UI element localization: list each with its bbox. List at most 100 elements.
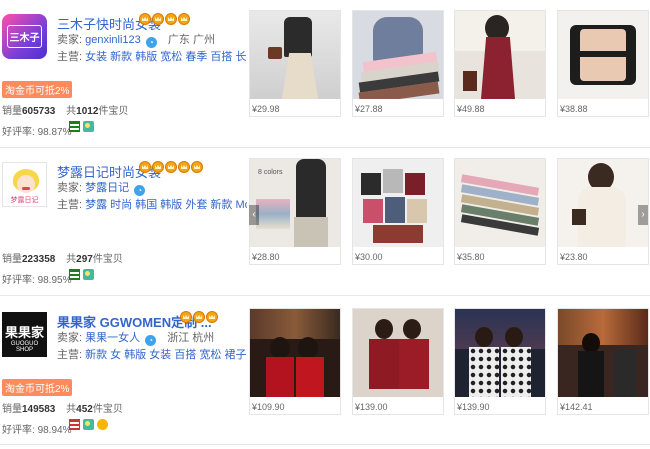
product-thumbnail[interactable]: ¥139.00: [352, 308, 444, 415]
item-count: 1012: [76, 106, 99, 117]
wangwang-icon[interactable]: ◔: [134, 185, 146, 196]
rating-label: 好评率:: [2, 127, 35, 138]
crown-icon: [165, 161, 177, 173]
rating-value: 98.94%: [37, 425, 72, 436]
product-thumbnail[interactable]: ¥27.88: [352, 10, 444, 117]
shop-row: 三木子 三木子快时尚女装 卖家: genxinli123 ◔ 广东 广州 主营:…: [0, 0, 650, 148]
crown-icon: [165, 13, 177, 25]
consumer-protection-icon[interactable]: [83, 419, 94, 430]
wangwang-icon[interactable]: ◔: [145, 37, 157, 48]
product-thumbnail[interactable]: ¥109.90: [249, 308, 341, 415]
main-keywords[interactable]: 女装 新款 韩版 宽松 春季 百搭 长袖 学生: [85, 51, 247, 63]
sales-info: 销量149583 共452件宝贝: [2, 400, 123, 415]
seller-nick-link[interactable]: 果果一女人: [85, 332, 140, 344]
crown-icon: [178, 13, 190, 25]
product-photo: [558, 11, 648, 99]
consumer-protection-icon[interactable]: [83, 269, 94, 280]
crown-icon: [139, 13, 151, 25]
main-keywords[interactable]: 梦露 时尚 韩国 韩版 外套 新款 Monroe 修...: [85, 199, 247, 211]
gold-seller-icon[interactable]: [97, 419, 108, 430]
row-divider: [0, 295, 650, 296]
product-price: ¥139.90: [457, 402, 490, 412]
seller-info: 卖家: 梦露日记 ◔: [57, 179, 146, 196]
main-keywords[interactable]: 新款 女 韩版 女装 百搭 宽松 裙子 外套 冬...: [85, 349, 247, 361]
shop-row: 梦露日记 梦露日记时尚女装 卖家: 梦露日记 ◔ 主营: 梦露 时尚 韩国 韩版…: [0, 148, 650, 296]
carousel-next-button[interactable]: ›: [638, 205, 648, 225]
seller-info: 卖家: genxinli123 ◔ 广东 广州: [57, 31, 215, 48]
product-thumbnail[interactable]: ¥142.41: [557, 308, 649, 415]
rating-value: 98.95%: [37, 275, 72, 286]
sales-count: 223358: [22, 254, 56, 265]
rating-info: 好评率: 98.94%: [2, 421, 71, 436]
product-photo: [558, 159, 648, 247]
guarantee-icon[interactable]: [69, 269, 80, 280]
seller-info: 卖家: 果果一女人 ◔ 浙江 杭州: [57, 329, 214, 346]
crown-icon: [152, 161, 164, 173]
item-count-suffix: 件宝贝: [98, 106, 129, 117]
item-count-suffix: 件宝贝: [92, 404, 123, 415]
product-thumbnail[interactable]: ¥139.90: [454, 308, 546, 415]
product-thumbnail[interactable]: 8 colors ¥28.80: [249, 158, 341, 265]
crown-icon: [139, 161, 151, 173]
sales-count: 605733: [22, 106, 56, 117]
main-business: 主营: 梦露 时尚 韩国 韩版 外套 新款 Monroe 修...: [57, 196, 247, 212]
sales-info: 销量223358 共297件宝贝: [2, 250, 123, 265]
sales-label: 销量: [2, 404, 22, 415]
shop-location: 广东 广州: [167, 34, 215, 46]
guarantee-icon[interactable]: [69, 121, 80, 132]
crown-rating: [180, 311, 218, 323]
rating-info: 好评率: 98.95%: [2, 271, 71, 286]
sales-count: 149583: [22, 404, 56, 415]
product-photo: [250, 309, 340, 397]
product-thumbnail[interactable]: ¥35.80: [454, 158, 546, 265]
shop-logo[interactable]: 梦露日记: [2, 162, 47, 207]
seller-label: 卖家:: [57, 34, 83, 46]
taojinbi-badge: 淘金币可抵2%: [2, 81, 73, 98]
seller-nick-link[interactable]: 梦露日记: [85, 182, 129, 194]
shop-row: 果果家 GUOGUO SHOP 果果家 GGWOMEN定制 ... 卖家: 果果…: [0, 298, 650, 449]
sales-label: 销量: [2, 254, 22, 265]
item-count-prefix: 共: [66, 254, 77, 265]
main-business: 主营: 新款 女 韩版 女装 百搭 宽松 裙子 外套 冬...: [57, 346, 247, 362]
seller-label: 卖家:: [57, 182, 83, 194]
sales-label: 销量: [2, 106, 22, 117]
product-photo: [455, 159, 545, 247]
consumer-protection-icon[interactable]: [83, 121, 94, 132]
rating-label: 好评率:: [2, 425, 35, 436]
product-photo: [353, 309, 443, 397]
shop-badges: [69, 121, 94, 132]
row-divider: [0, 444, 650, 445]
crown-icon: [191, 161, 203, 173]
product-photo: [455, 11, 545, 99]
product-photo: [353, 11, 443, 99]
rating-label: 好评率:: [2, 275, 35, 286]
product-price: ¥38.88: [560, 104, 588, 114]
crown-icon: [206, 311, 218, 323]
product-price: ¥49.88: [457, 104, 485, 114]
product-price: ¥23.80: [560, 252, 588, 262]
product-price: ¥28.80: [252, 252, 280, 262]
seller-label: 卖家:: [57, 332, 83, 344]
wangwang-icon[interactable]: ◔: [145, 335, 157, 346]
shop-logo-subtext: GUOGUO SHOP: [10, 341, 39, 353]
guarantee-icon[interactable]: [69, 419, 80, 430]
crown-icon: [193, 311, 205, 323]
product-price: ¥142.41: [560, 402, 593, 412]
item-count: 452: [76, 404, 93, 415]
product-price: ¥27.88: [355, 104, 383, 114]
crown-rating: [139, 161, 203, 173]
product-thumbnail[interactable]: ¥23.80: [557, 158, 649, 265]
carousel-prev-button[interactable]: ‹: [249, 205, 259, 225]
product-thumbnail[interactable]: ¥29.98: [249, 10, 341, 117]
product-thumbnail[interactable]: ¥49.88: [454, 10, 546, 117]
crown-icon: [178, 161, 190, 173]
product-thumbnail[interactable]: ¥30.00: [352, 158, 444, 265]
seller-nick-link[interactable]: genxinli123: [85, 34, 141, 46]
shop-logo[interactable]: 三木子: [2, 14, 47, 59]
product-thumbnail[interactable]: ¥38.88: [557, 10, 649, 117]
main-business: 主营: 女装 新款 韩版 宽松 春季 百搭 长袖 学生: [57, 48, 247, 64]
shop-logo[interactable]: 果果家 GUOGUO SHOP: [2, 312, 47, 357]
item-count-prefix: 共: [66, 106, 77, 117]
crown-rating: [139, 13, 190, 25]
product-photo: 8 colors: [250, 159, 340, 247]
